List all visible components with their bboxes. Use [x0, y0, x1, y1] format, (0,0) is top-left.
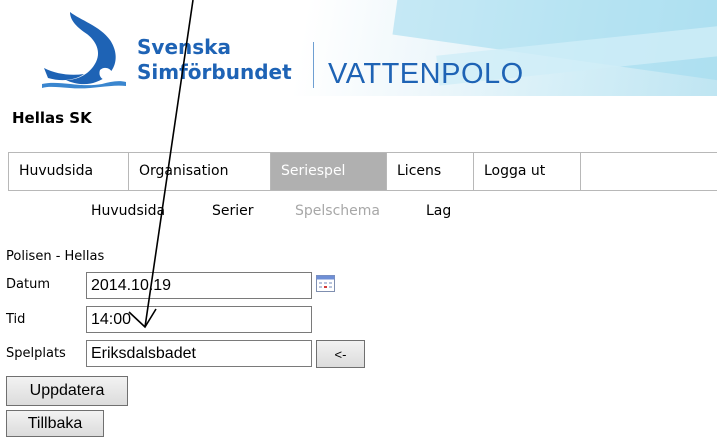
match-title: Polisen - Hellas — [6, 249, 105, 264]
header-banner: Svenska Simförbundet VATTENPOLO — [0, 0, 717, 96]
venue-label: Spelplats — [6, 346, 66, 361]
app-name: VATTENPOLO — [328, 58, 524, 90]
date-label: Datum — [6, 277, 50, 292]
tab-seriespel[interactable]: Seriespel — [271, 153, 387, 190]
time-label: Tid — [6, 312, 26, 327]
time-field[interactable] — [86, 306, 312, 333]
brand-name-line2: Simförbundet — [137, 60, 292, 84]
main-tabs: Huvudsida Organisation Seriespel Licens … — [8, 152, 717, 191]
tab-huvudsida[interactable]: Huvudsida — [9, 153, 129, 190]
update-button[interactable]: Uppdatera — [6, 376, 128, 406]
calendar-icon[interactable] — [316, 275, 335, 292]
club-name: Hellas SK — [12, 109, 92, 127]
subnav-lag[interactable]: Lag — [426, 203, 451, 219]
brand-divider — [313, 42, 314, 88]
subnav-serier[interactable]: Serier — [212, 203, 254, 219]
venue-field[interactable] — [86, 340, 312, 367]
brand-name-line1: Svenska — [137, 35, 231, 59]
tab-organisation[interactable]: Organisation — [129, 153, 271, 190]
subnav-huvudsida[interactable]: Huvudsida — [91, 203, 165, 219]
tab-licens[interactable]: Licens — [387, 153, 474, 190]
date-field[interactable] — [86, 272, 312, 299]
subnav-spelschema: Spelschema — [295, 203, 380, 219]
tab-logga-ut[interactable]: Logga ut — [474, 153, 581, 190]
swimmer-logo-icon — [42, 12, 126, 89]
back-button[interactable]: Tillbaka — [6, 410, 104, 437]
copy-venue-button[interactable]: <- — [316, 340, 365, 368]
